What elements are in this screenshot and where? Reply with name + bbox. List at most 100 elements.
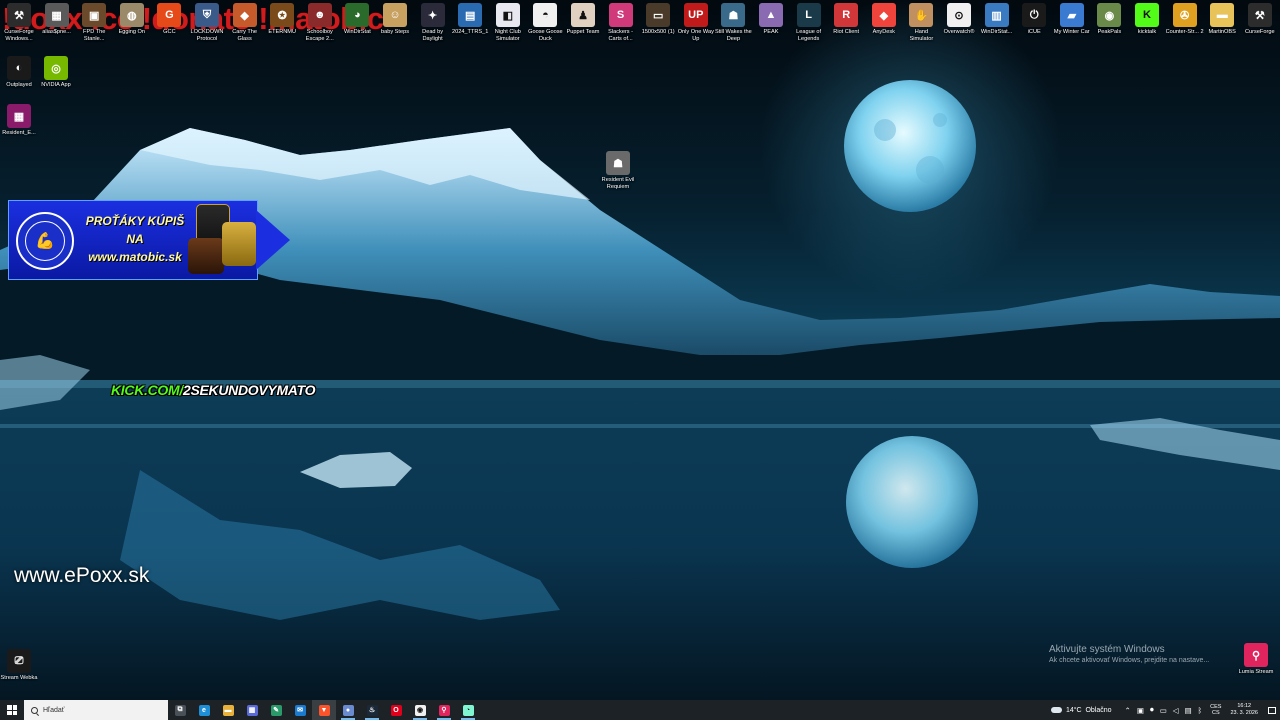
desktop-shortcut[interactable]: L League of Legends: [790, 0, 828, 43]
desktop-shortcut[interactable]: ⊙ Overwatch®: [940, 0, 978, 36]
microphone-icon[interactable]: ⏺: [1150, 705, 1154, 715]
desktop-shortcut[interactable]: ▦ Resident_E...: [0, 101, 38, 137]
taskbar-pinned-apps: ⧉ e ▬ ▦ ✎ ✉ ▼ ● ♨ O ◉ ⚲ ◔: [168, 700, 480, 720]
desktop-shortcut[interactable]: ◐ Outplayed: [0, 53, 38, 89]
lol-icon: L: [796, 3, 821, 27]
desktop-shortcut[interactable]: ⛨ LOCKDOWN Protocol: [188, 0, 226, 43]
taskbar-app-button[interactable]: ◔: [456, 700, 480, 720]
notifications-button[interactable]: [1264, 700, 1280, 720]
desktop-shortcut[interactable]: R Riot Client: [827, 0, 865, 36]
desktop-shortcut[interactable]: Kkicktalk: [1128, 0, 1166, 36]
taskbar-app-button[interactable]: ✉: [288, 700, 312, 720]
taskbar-app-button[interactable]: e: [192, 700, 216, 720]
weather-widget[interactable]: 14°C Oblačno: [1050, 706, 1112, 714]
taskbar-app-button[interactable]: ♨: [360, 700, 384, 720]
desktop-shortcut[interactable]: ▣ FPD The Stanle...: [75, 0, 113, 43]
desktop-shortcut[interactable]: ◓ Goose Goose Duck: [526, 0, 564, 43]
taskbar-app-button[interactable]: ◉: [408, 700, 432, 720]
start-button[interactable]: [0, 700, 24, 720]
desktop-shortcut-label: League of Legends: [796, 29, 822, 42]
streamlabs-icon: ◔: [462, 704, 474, 716]
taskbar-search-box[interactable]: Hľadať: [24, 700, 168, 720]
edge-icon: e: [198, 704, 210, 716]
outplayed-icon: ◐: [7, 56, 31, 80]
lumia-icon: ⚲: [438, 704, 450, 716]
desktop-shortcut-label: 1500x500 (1): [641, 29, 675, 35]
file-icon: ▤: [458, 3, 483, 27]
desktop-shortcut[interactable]: ⚒ CurseForge: [1241, 0, 1279, 36]
desktop-shortcut[interactable]: ☗ Still Wakes the Deep: [714, 0, 752, 43]
desktop-shortcut[interactable]: ⚲ Lumia Stream: [1237, 640, 1275, 676]
desktop-shortcut[interactable]: ✇ Counter-Str... 2: [1166, 0, 1204, 36]
desktop-shortcut[interactable]: ♟ Puppet Team: [564, 0, 602, 36]
display-icon[interactable]: ▤: [1185, 706, 1192, 715]
volume-icon[interactable]: ◁: [1173, 706, 1179, 715]
desktop-shortcut[interactable]: ⏻ iCUE: [1015, 0, 1053, 36]
taskbar-app-button[interactable]: O: [384, 700, 408, 720]
desktop-shortcut[interactable]: ✪ ETERNMU: [263, 0, 301, 36]
desktop-shortcut[interactable]: ◎ NVIDIA App: [37, 53, 75, 89]
desktop-shortcut[interactable]: ▲ PEAK: [752, 0, 790, 36]
desktop-shortcut[interactable]: ▬ MartinOBS: [1203, 0, 1241, 36]
taskbar-app-button[interactable]: ⧉: [168, 700, 192, 720]
anydesk-icon: ◆: [871, 3, 896, 27]
taskbar-app-button[interactable]: ✎: [264, 700, 288, 720]
taskbar-app-button[interactable]: ⚲: [432, 700, 456, 720]
desktop-shortcut[interactable]: ▦ alias$pne...: [38, 0, 76, 36]
game-icon: ▰: [1059, 3, 1084, 27]
desktop-shortcut[interactable]: S Slackers - Carts of...: [602, 0, 640, 43]
desktop-shortcut[interactable]: ◕ WinDirStat: [338, 0, 376, 36]
game-icon: ◍: [119, 3, 144, 27]
app-tray-icon[interactable]: ▣: [1137, 706, 1144, 715]
activation-watermark: Aktivujte systém Windows Ak chcete aktiv…: [1049, 644, 1209, 664]
clock-time: 16:12: [1237, 703, 1252, 709]
taskbar-app-button[interactable]: ●: [336, 700, 360, 720]
desktop-shortcut[interactable]: ▭ 1500x500 (1): [639, 0, 677, 36]
desktop-shortcut[interactable]: ✋ Hand Simulator: [902, 0, 940, 43]
desktop-shortcut-label: Night Club Simulator: [494, 29, 521, 42]
network-icon[interactable]: ▭: [1160, 706, 1167, 715]
desktop-shortcut[interactable]: ▰ My Winter Car: [1053, 0, 1091, 36]
taskbar-app-button[interactable]: ▬: [216, 700, 240, 720]
desktop-shortcut-label: Still Wakes the Deep: [714, 29, 752, 42]
weather-condition: Oblačno: [1085, 706, 1112, 714]
desktop-shortcut-label: Overwatch®: [943, 29, 975, 35]
desktop-shortcut[interactable]: ☻ Schoolboy Escape 2...: [301, 0, 339, 43]
desktop-shortcut-label: NVIDIA App: [41, 82, 71, 88]
desktop-shortcut[interactable]: ◆ Carry The Glass: [226, 0, 264, 43]
app-circle-icon: ●: [342, 704, 354, 716]
desktop-shortcut[interactable]: ◧ Night Club Simulator: [489, 0, 527, 43]
desktop-shortcut[interactable]: ◍ Egging On: [113, 0, 151, 36]
desktop-shortcut[interactable]: ◉ PeakPals: [1090, 0, 1128, 36]
desktop-shortcut[interactable]: G GCC: [150, 0, 188, 36]
taskbar-app-button[interactable]: ▦: [240, 700, 264, 720]
bluetooth-icon[interactable]: ᛒ: [1198, 706, 1203, 715]
desktop-shortcut-label: Carry The Glass: [232, 29, 257, 42]
taskview-icon: ⧉: [174, 704, 186, 716]
desktop-shortcut-label: Dead by Daylight: [422, 29, 444, 42]
curseforge-icon: ⚒: [1247, 3, 1272, 27]
copilot-icon: ✎: [270, 704, 282, 716]
clock[interactable]: 16:12 23. 3. 2026: [1230, 703, 1258, 717]
chevron-up-icon[interactable]: ⌃: [1125, 706, 1131, 715]
desktop-shortcut[interactable]: ✦ Dead by Daylight: [414, 0, 452, 43]
language-indicator[interactable]: CES CS: [1210, 704, 1221, 716]
activation-subtitle: Ak chcete aktivovať Windows, prejdite na…: [1049, 657, 1210, 664]
desktop-shortcut[interactable]: ⚒ CurseForge Windows...: [0, 0, 38, 43]
desktop-shortcut[interactable]: ☗ Resident Evil Requiem: [599, 148, 637, 191]
desktop-shortcut[interactable]: ▥ WinDirStat...: [978, 0, 1016, 36]
protein-jar-icon: [188, 238, 224, 274]
desktop-shortcut[interactable]: UP Only One Way Up: [677, 0, 715, 43]
desktop-shortcut[interactable]: ◆ AnyDesk: [865, 0, 903, 36]
desktop-shortcut[interactable]: ☺ baby Steps: [376, 0, 414, 36]
taskbar-app-button[interactable]: ▼: [312, 700, 336, 720]
promo-line-1: PROŤÁKY KÚPIŠ: [85, 214, 185, 228]
desktop-shortcut[interactable]: ⎚ Stream Webka: [0, 646, 38, 682]
desktop-icons-top-row: ⚒ CurseForge Windows... ▦ alias$pne... ▣ FPD …: [0, 0, 1280, 48]
desktop-shortcut[interactable]: ▤ 2024_TTRS_1: [451, 0, 489, 36]
game-icon: S: [608, 3, 633, 27]
game-icon: ◓: [533, 3, 558, 27]
game-icon: ☗: [721, 3, 746, 27]
game-icon: UP: [683, 3, 708, 27]
game-icon: ◧: [495, 3, 520, 27]
